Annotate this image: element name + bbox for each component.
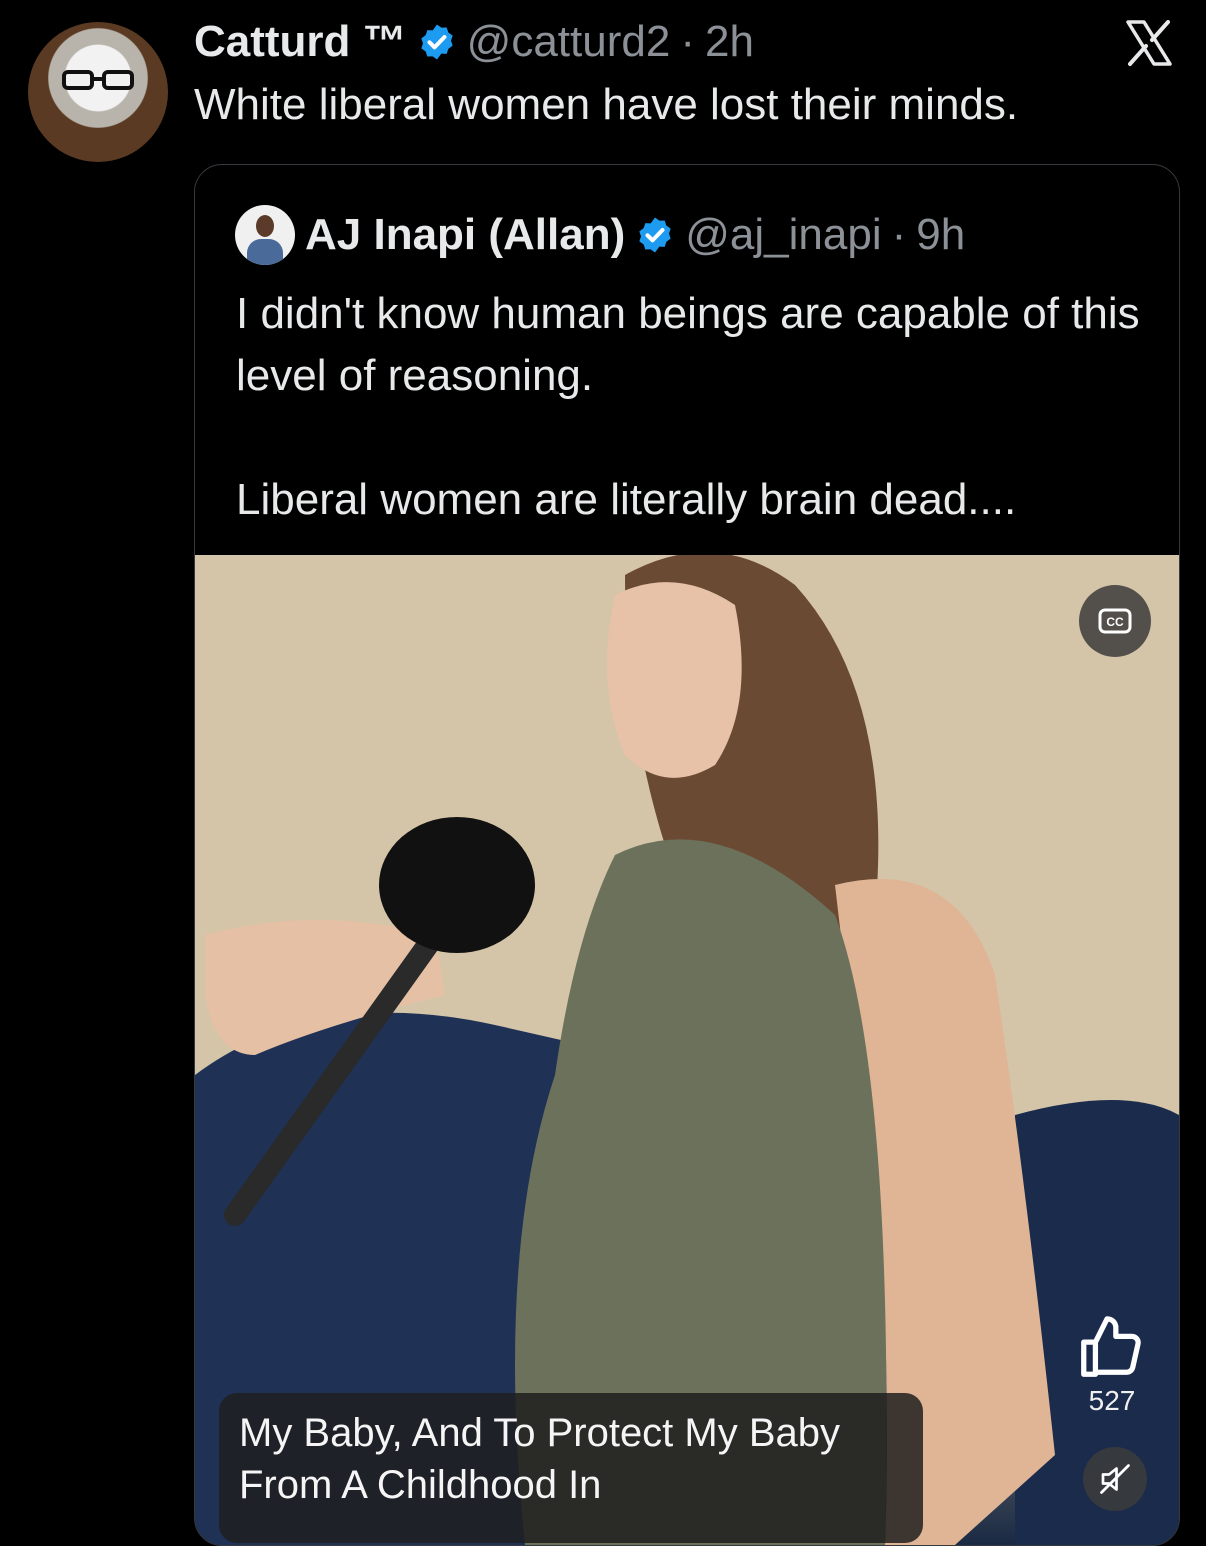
quoted-text-paragraph-2: Liberal women are literally brain dead..… (236, 475, 1017, 524)
verified-badge-icon (420, 24, 453, 60)
mute-button[interactable] (1083, 1447, 1147, 1511)
tweet-time[interactable]: 2h (705, 17, 754, 67)
tweet-text: White liberal women have lost their mind… (194, 80, 1019, 129)
quoted-text-paragraph-1: I didn't know human beings are capable o… (236, 289, 1140, 400)
closed-captions-icon: CC (1098, 608, 1132, 634)
thumbs-up-icon[interactable] (1075, 1313, 1145, 1383)
author-avatar[interactable] (28, 22, 168, 162)
quoted-author-avatar[interactable] (235, 205, 295, 265)
header-separator: · (680, 17, 695, 66)
video-caption: My Baby, And To Protect My Baby From A C… (219, 1393, 923, 1543)
cc-label: CC (1106, 615, 1124, 629)
quoted-header-separator: · (891, 210, 907, 259)
tweet-header: Catturd ™ @catturd2 · 2h (194, 14, 754, 70)
quoted-author-handle[interactable]: @aj_inapi (685, 210, 881, 260)
quoted-tweet-card[interactable]: AJ Inapi (Allan) @aj_inapi · 9h I didn't… (194, 164, 1180, 1546)
closed-captions-button[interactable]: CC (1079, 585, 1151, 657)
quoted-author-name[interactable]: AJ Inapi (Allan) (305, 210, 625, 260)
quoted-tweet-time[interactable]: 9h (916, 210, 965, 260)
muted-speaker-icon (1100, 1464, 1130, 1494)
video-player[interactable]: CC My Baby, And To Protect My Baby From … (195, 555, 1179, 1545)
author-name[interactable]: Catturd ™ (194, 17, 407, 67)
verified-badge-icon (639, 217, 671, 253)
cat-glasses-graphic (62, 70, 134, 90)
quoted-tweet-header: AJ Inapi (Allan) @aj_inapi · 9h (235, 205, 965, 265)
quoted-tweet-text: I didn't know human beings are capable o… (236, 283, 1156, 531)
like-count: 527 (1088, 1385, 1136, 1416)
x-logo-icon (1126, 20, 1172, 66)
author-handle[interactable]: @catturd2 (467, 17, 671, 67)
